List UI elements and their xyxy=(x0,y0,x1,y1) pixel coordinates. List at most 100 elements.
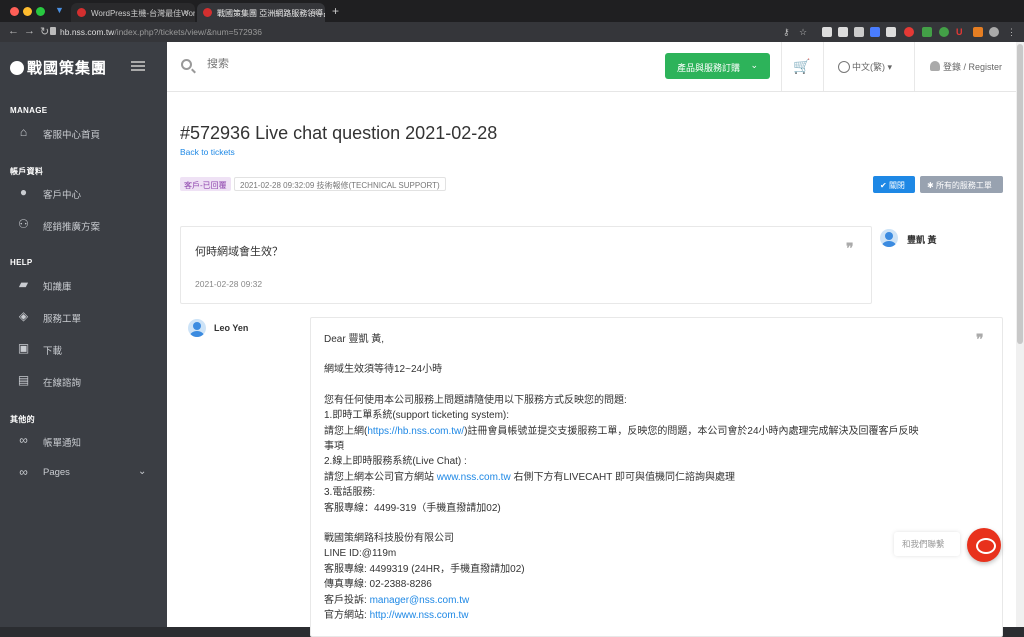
menu-dots-icon[interactable]: ⋮ xyxy=(1007,27,1017,37)
extension-icon[interactable] xyxy=(904,27,914,37)
extension-icon[interactable] xyxy=(973,27,983,37)
tab-bar: ▼ WordPress主機-台灣最佳Wordp × 戰國策集團 亞洲網路服務領導… xyxy=(0,0,1024,22)
extension-icon[interactable]: U xyxy=(956,27,966,37)
url-bar: ← → ↻ hb.nss.com.tw/index.php?/tickets/v… xyxy=(0,22,1024,42)
sidebar-item-client-center[interactable]: ● 客戶中心 xyxy=(0,180,167,206)
extension-icon[interactable] xyxy=(886,27,896,37)
zoom-window-button[interactable] xyxy=(36,7,45,16)
link-icon: ∞ xyxy=(19,433,28,447)
sidebar-item-billing-notice[interactable]: ∞ 帳單通知 xyxy=(0,428,167,454)
sidebar: 戰國策集團 MANAGE ⌂ 客服中心首頁 帳戶資料 ● 客戶中心 ⚇ 經銷推廣… xyxy=(0,42,167,627)
chevron-down-icon: ⌄ xyxy=(138,466,147,477)
sidebar-item-label: 經銷推廣方案 xyxy=(43,222,101,233)
extension-icon[interactable] xyxy=(939,27,949,37)
close-window-button[interactable] xyxy=(10,7,19,16)
globe-icon xyxy=(838,61,850,73)
reply-line: 1.即時工單系統(support ticketing system): xyxy=(324,410,510,422)
products-button-label: 產品與服務訂購 xyxy=(677,63,741,73)
extension-icon[interactable] xyxy=(838,27,848,37)
avatar xyxy=(880,229,898,247)
browser-chrome: ▼ WordPress主機-台灣最佳Wordp × 戰國策集團 亞洲網路服務領導… xyxy=(0,0,1024,42)
login-link[interactable]: 登錄 / Register xyxy=(930,60,1002,73)
reply-line: 傳真專線: 02-2388-8286 xyxy=(324,579,432,591)
extension-icon[interactable] xyxy=(870,27,880,37)
reply-line: 客服專線：4499-319（手機直撥請加02) xyxy=(324,502,501,514)
reply-line: 官方網站: http://www.nss.com.tw xyxy=(324,610,469,622)
close-tab-icon[interactable]: × xyxy=(314,7,319,17)
sidebar-item-downloads[interactable]: ▣ 下載 xyxy=(0,336,167,362)
quote-icon: ❞ xyxy=(976,332,984,348)
search-input[interactable] xyxy=(207,58,507,70)
portal-link[interactable]: https://hb.nss.com.tw/ xyxy=(367,426,464,437)
contact-us-label[interactable]: 和我們聯繫 xyxy=(894,532,960,556)
logo[interactable]: 戰國策集團 xyxy=(10,57,107,78)
hamburger-menu-icon[interactable] xyxy=(131,61,145,71)
cart-icon[interactable]: 🛒 xyxy=(793,58,810,75)
tab-nss-active[interactable]: 戰國策集團 亞洲網路服務領導品 × xyxy=(197,3,325,22)
folder-icon: ▰ xyxy=(18,277,29,291)
section-title-help: HELP xyxy=(10,258,33,267)
sidebar-item-reseller[interactable]: ⚇ 經銷推廣方案 xyxy=(0,212,167,238)
sidebar-item-pages[interactable]: ∞ Pages ⌄ xyxy=(0,460,167,486)
reply-line: 2.線上即時服務系統(Live Chat) : xyxy=(324,456,467,468)
reply-line: 3.電話服務: xyxy=(324,487,376,499)
sidebar-item-label: 下載 xyxy=(43,346,63,357)
person-icon xyxy=(930,61,940,71)
profile-avatar[interactable] xyxy=(989,27,999,37)
extension-icon[interactable] xyxy=(854,27,864,37)
chat-widget-button[interactable] xyxy=(967,528,1001,562)
reload-icon[interactable]: ↻ xyxy=(40,25,49,38)
quote-icon: ❞ xyxy=(846,241,854,257)
back-arrow-icon[interactable]: ← xyxy=(8,25,19,37)
reply-line: 客戶投訴: manager@nss.com.tw xyxy=(324,594,470,606)
minimize-window-button[interactable] xyxy=(23,7,32,16)
shield-icon[interactable] xyxy=(922,27,932,37)
sidebar-item-support-home[interactable]: ⌂ 客服中心首頁 xyxy=(0,120,167,146)
ticket-icon: ◈ xyxy=(18,309,29,323)
extension-icon[interactable] xyxy=(822,27,832,37)
site-favicon-icon xyxy=(203,8,212,17)
scrollbar[interactable] xyxy=(1016,42,1024,627)
sidebar-item-knowledgebase[interactable]: ▰ 知識庫 xyxy=(0,272,167,298)
reply-line: 請您上網(https://hb.nss.com.tw/)註冊會員帳號並提交支援服… xyxy=(324,425,919,437)
sidebar-item-label: 帳單通知 xyxy=(43,438,82,449)
products-button[interactable]: 產品與服務訂購 ⌄ xyxy=(665,53,770,79)
close-ticket-button[interactable]: ✔ 關閉 xyxy=(873,176,915,193)
sidebar-item-tickets[interactable]: ◈ 服務工單 xyxy=(0,304,167,330)
website-link[interactable]: www.nss.com.tw xyxy=(437,472,511,483)
sidebar-item-label: 在線諮詢 xyxy=(43,378,82,389)
logo-icon xyxy=(10,61,24,75)
language-selector[interactable]: 中文(繁) ▾ xyxy=(838,60,892,73)
scrollbar-thumb[interactable] xyxy=(1017,44,1023,344)
link-icon: ∞ xyxy=(19,465,28,479)
lock-icon[interactable] xyxy=(50,27,56,35)
star-icon[interactable]: ☆ xyxy=(799,27,809,37)
website-link[interactable]: http://www.nss.com.tw xyxy=(370,610,469,621)
group-add-icon: ⚇ xyxy=(18,217,29,231)
vpn-icon[interactable]: ▼ xyxy=(55,5,65,15)
tab-label: 戰國策集團 亞洲網路服務領導品 xyxy=(217,9,325,18)
tab-wordpress[interactable]: WordPress主機-台灣最佳Wordp × xyxy=(71,3,195,22)
back-to-tickets-link[interactable]: Back to tickets xyxy=(180,147,235,157)
sidebar-item-live-chat[interactable]: ▤ 在線諮詢 xyxy=(0,368,167,394)
section-title-other: 其他的 xyxy=(10,415,35,424)
caret-down-icon: ▾ xyxy=(887,62,893,72)
reply-line: 戰國策網路科技股份有限公司 xyxy=(324,533,454,545)
address-field[interactable]: hb.nss.com.tw/index.php?/tickets/view/&n… xyxy=(60,27,262,37)
question-timestamp: 2021-02-28 09:32 xyxy=(195,279,263,289)
email-link[interactable]: manager@nss.com.tw xyxy=(370,595,470,606)
person-icon: ● xyxy=(19,185,28,199)
all-tickets-button[interactable]: ✱ 所有的服務工單 xyxy=(920,176,1003,193)
sidebar-item-label: 客戶中心 xyxy=(43,190,82,201)
home-icon: ⌂ xyxy=(19,125,28,139)
reply-line: 請您上網本公司官方網站 www.nss.com.tw 右側下方有LIVECAHT… xyxy=(324,471,735,483)
forward-arrow-icon[interactable]: → xyxy=(24,25,35,37)
close-tab-icon[interactable]: × xyxy=(184,7,189,17)
reply-line: 事項 xyxy=(324,441,344,453)
key-icon[interactable]: ⚷ xyxy=(783,27,793,37)
save-icon: ▣ xyxy=(17,341,30,355)
new-tab-button[interactable]: + xyxy=(332,4,339,18)
site-favicon-icon xyxy=(77,8,86,17)
reply-line: 您有任何使用本公司服務上問題請隨使用以下服務方式反映您的問題: xyxy=(324,394,627,406)
reply-author: Leo Yen xyxy=(214,323,249,333)
